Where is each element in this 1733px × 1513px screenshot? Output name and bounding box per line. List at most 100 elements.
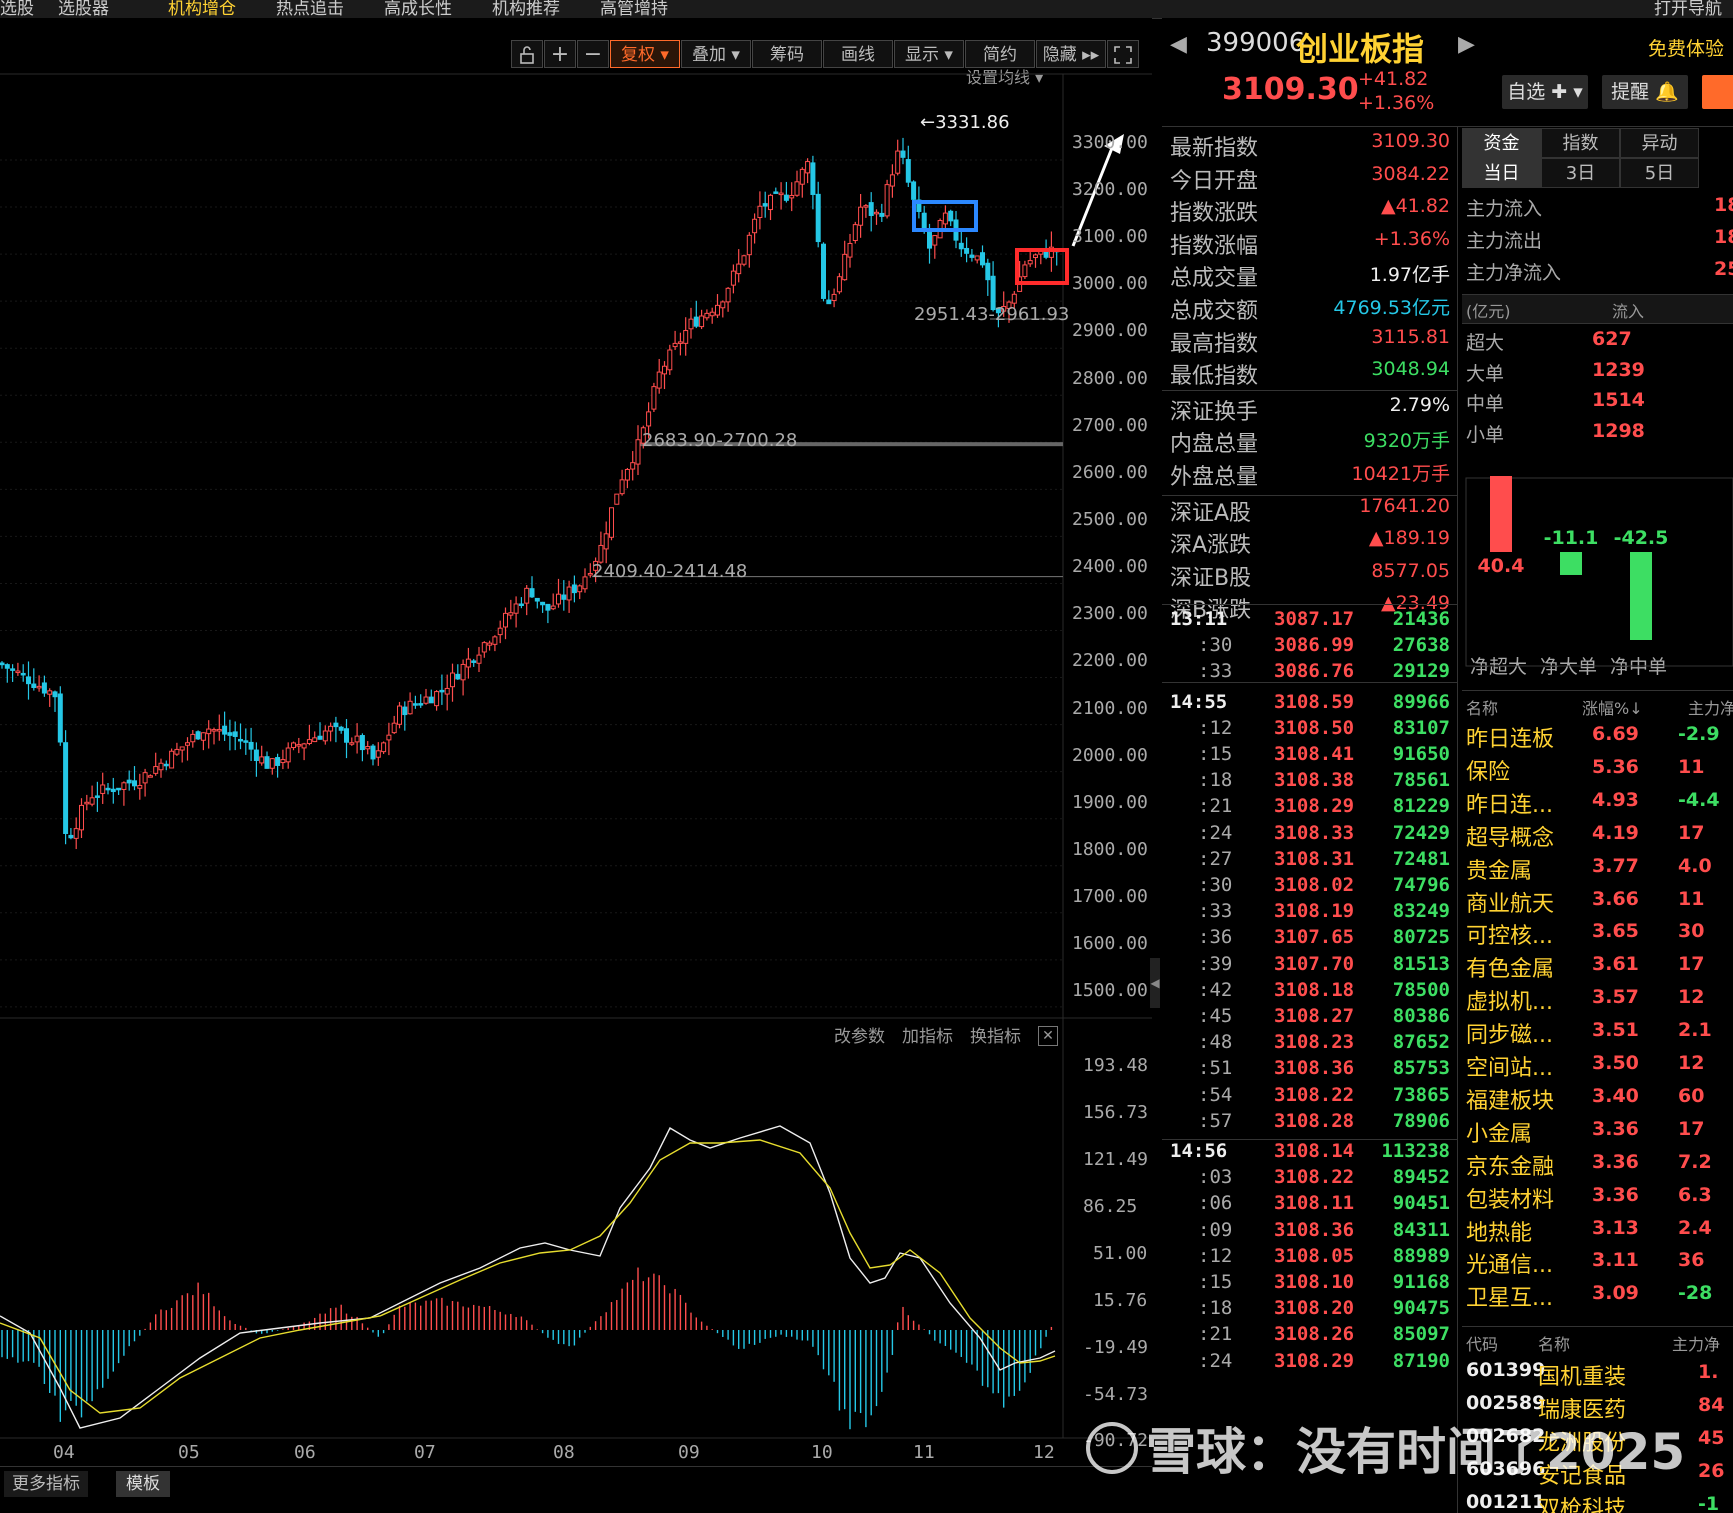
stat-value: 3048.94 — [1371, 358, 1450, 381]
nav-item[interactable]: 高成长性 — [384, 0, 452, 19]
sector-row[interactable]: 光通信... 3.11 36 — [1466, 1247, 1733, 1279]
col-header: 名称 — [1538, 1335, 1571, 1354]
collapse-handle[interactable]: ◀ — [1150, 958, 1160, 1008]
sector-row[interactable]: 可控核... 3.65 30 — [1466, 918, 1733, 950]
indicator-tick: 156.73 — [1083, 1102, 1149, 1123]
sector-row[interactable]: 空间站... 3.50 12 — [1466, 1050, 1733, 1082]
sector-net: 11 — [1678, 755, 1705, 778]
sector-name: 空间站... — [1466, 1056, 1553, 1081]
tick-row: :39 3107.70 81513 — [1170, 953, 1450, 979]
stat-label: 指数涨跌 — [1170, 201, 1259, 227]
sector-row[interactable]: 福建板块 3.40 60 — [1466, 1083, 1733, 1115]
tick-price: 3108.18 — [1274, 978, 1355, 1001]
candle — [730, 270, 736, 286]
tick-price: 3108.29 — [1274, 795, 1355, 818]
candlestick-chart[interactable] — [0, 18, 1152, 1513]
tick-row: :30 3086.99 27638 — [1170, 634, 1450, 660]
change-indicator-link[interactable]: 换指标 — [970, 1022, 1021, 1047]
tick-time: :33 — [1198, 660, 1233, 683]
watchlist-button[interactable]: 自选 ✚ ▾ — [1502, 75, 1588, 109]
sector-row[interactable]: 小金属 3.36 17 — [1466, 1116, 1733, 1148]
col-header[interactable]: 涨幅%↓ — [1582, 695, 1643, 719]
sector-row[interactable]: 京东金融 3.36 7.2 — [1466, 1149, 1733, 1181]
nav-item[interactable]: 机构推荐 — [492, 0, 560, 19]
tab-3day[interactable]: 3日 — [1541, 158, 1620, 188]
stat-row: 指数涨幅 +1.36% — [1170, 228, 1450, 260]
index-change-pct: +1.36% — [1358, 92, 1435, 114]
stat-label: 指数涨幅 — [1170, 233, 1259, 259]
tab-movement[interactable]: 异动 — [1620, 128, 1699, 158]
tick-row: :03 3108.22 89452 — [1170, 1166, 1450, 1192]
sector-pct: 3.36 — [1592, 1150, 1639, 1173]
indicator-tick: 193.48 — [1083, 1055, 1149, 1076]
tick-volume: 80725 — [1392, 926, 1450, 949]
orange-action-button[interactable] — [1702, 75, 1733, 109]
candle — [948, 210, 954, 222]
sector-header: 名称 涨幅%↓ 主力净 — [1462, 690, 1733, 719]
size-value: 627 — [1592, 328, 1632, 350]
nav-item[interactable]: 机构增仓 — [168, 0, 236, 19]
alert-button[interactable]: 提醒 🔔 — [1602, 75, 1688, 109]
tick-price: 3086.99 — [1274, 634, 1355, 657]
close-icon[interactable]: ✕ — [1038, 1026, 1058, 1046]
sector-row[interactable]: 昨日连板 6.69 -2.9 — [1466, 721, 1733, 753]
sector-row[interactable]: 商业航天 3.66 11 — [1466, 886, 1733, 918]
sector-row[interactable]: 贵金属 3.77 4.0 — [1466, 853, 1733, 885]
nav-item[interactable]: 高管增持 — [600, 0, 668, 19]
stock-name: 双枪科技 — [1538, 1497, 1627, 1513]
tab-today[interactable]: 当日 — [1462, 158, 1541, 188]
candle — [847, 242, 853, 258]
stock-row[interactable]: 601399 国机重装 1. — [1466, 1359, 1733, 1391]
template-tab[interactable]: 模板 — [116, 1471, 170, 1497]
sector-row[interactable]: 昨日连... 4.93 -4.4 — [1466, 787, 1733, 819]
candle — [439, 689, 445, 693]
next-icon[interactable]: ▶ — [1458, 32, 1475, 57]
sector-row[interactable]: 虚拟机... 3.57 12 — [1466, 984, 1733, 1016]
tick-volume: 72481 — [1392, 847, 1450, 870]
nav-item[interactable]: 热点追击 — [276, 0, 344, 19]
col-header: 主力净 — [1688, 699, 1733, 718]
tick-volume: 83107 — [1392, 716, 1450, 739]
sector-row[interactable]: 地热能 3.13 2.4 — [1466, 1215, 1733, 1247]
tick-row: :12 3108.50 83107 — [1170, 717, 1450, 743]
more-indicators-tab[interactable]: 更多指标 — [4, 1471, 88, 1497]
tick-price: 3108.50 — [1274, 716, 1355, 739]
tab-fund[interactable]: 资金 — [1462, 128, 1541, 158]
sector-pct: 3.51 — [1592, 1019, 1639, 1042]
tick-price: 3108.22 — [1274, 1083, 1355, 1106]
tick-time: :15 — [1198, 743, 1233, 765]
sector-name: 地热能 — [1466, 1220, 1533, 1246]
add-indicator-link[interactable]: 加指标 — [902, 1022, 953, 1047]
sector-row[interactable]: 卫星互... 3.09 -28 — [1466, 1280, 1733, 1312]
tab-index[interactable]: 指数 — [1541, 128, 1620, 158]
sector-row[interactable]: 同步磁... 3.51 2.1 — [1466, 1017, 1733, 1049]
candle — [285, 747, 291, 763]
open-nav-link[interactable]: 打开导航 — [1654, 0, 1722, 19]
candle — [179, 746, 185, 751]
sector-row[interactable]: 保险 5.36 11 — [1466, 754, 1733, 786]
edit-params-link[interactable]: 改参数 — [834, 1022, 885, 1047]
sector-net: -28 — [1678, 1282, 1713, 1305]
sector-row[interactable]: 包装材料 3.36 6.3 — [1466, 1182, 1733, 1214]
price-tick: 2100.00 — [1072, 698, 1148, 719]
flow-value: 18 — [1714, 194, 1733, 216]
nav-item[interactable]: 选股器 — [58, 0, 109, 19]
tick-time: :03 — [1198, 1166, 1233, 1189]
candle — [391, 722, 397, 734]
unit-label: (亿元) — [1466, 302, 1511, 321]
macd-dif-line — [0, 1125, 1056, 1429]
prev-icon[interactable]: ◀ — [1170, 32, 1187, 57]
free-trial-link[interactable]: 免费体验 — [1648, 34, 1724, 61]
candle — [815, 193, 821, 243]
sector-row[interactable]: 超导概念 4.19 17 — [1466, 820, 1733, 852]
sector-row[interactable]: 有色金属 3.61 17 — [1466, 951, 1733, 983]
tick-time: :24 — [1198, 821, 1233, 844]
tab-5day[interactable]: 5日 — [1620, 158, 1699, 188]
tick-price: 3086.76 — [1274, 660, 1355, 683]
tick-volume: 21436 — [1392, 608, 1450, 630]
nav-item[interactable]: 选股 — [0, 0, 34, 19]
stock-row[interactable]: 001211 双枪科技 -1 — [1466, 1491, 1733, 1513]
stat-label: 外盘总量 — [1170, 465, 1259, 490]
candle — [73, 828, 79, 839]
candle — [333, 722, 339, 728]
